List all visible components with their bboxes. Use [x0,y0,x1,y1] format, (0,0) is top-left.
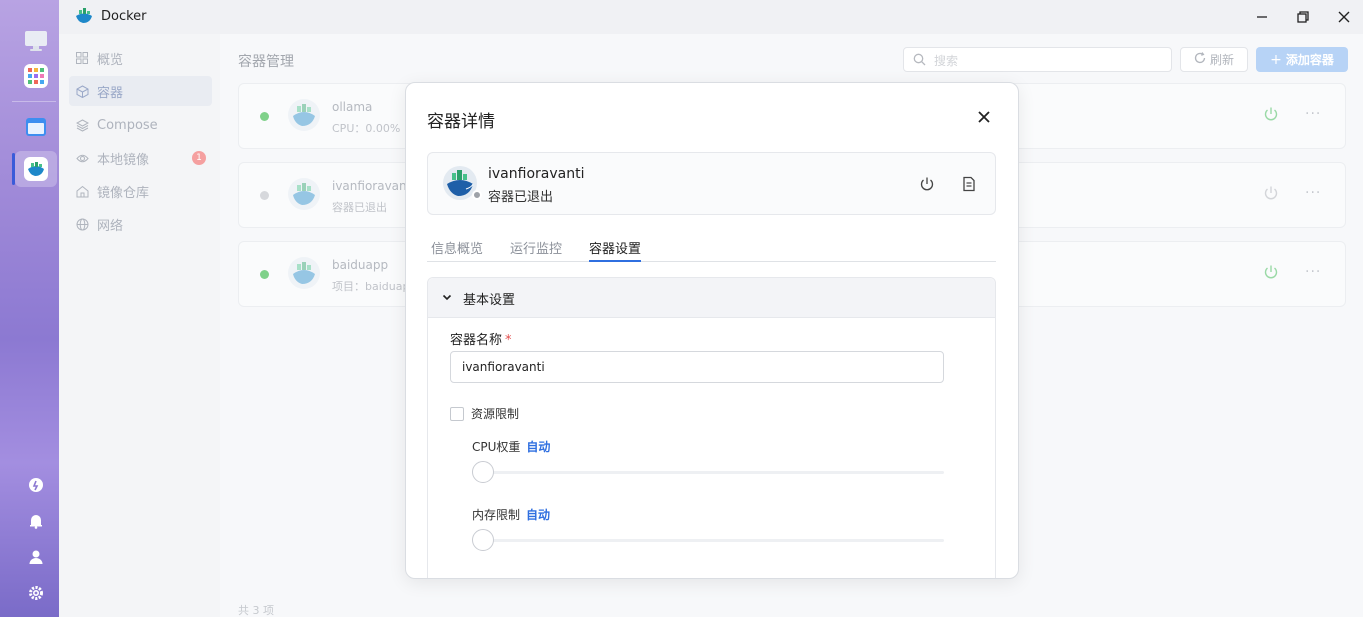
close-window-button[interactable] [1334,7,1354,27]
minimize-button[interactable] [1252,7,1272,27]
cpu-weight-slider[interactable] [472,461,944,483]
app-grid-icon[interactable] [24,64,48,88]
docker-logo-icon [75,7,93,25]
title-bar: Docker [59,0,1363,34]
container-name-label: 容器名称 * [450,333,512,348]
status-dot [472,190,482,200]
more-options-icon[interactable]: ··· [1305,185,1321,201]
memory-limit-value: 自动 [526,508,551,522]
docker-app-icon[interactable] [24,157,48,181]
memory-limit-label: 内存限制 自动 [472,508,551,522]
detail-tabs: 信息概览 运行监控 容器设置 [427,236,996,262]
required-mark: * [505,333,512,348]
sidebar-item-label: 镜像仓库 [97,185,150,201]
dock-separator [12,101,56,102]
close-icon[interactable] [974,107,994,127]
container-whale-icon [287,256,321,290]
container-status: 容器已退出 [488,190,554,205]
slider-handle[interactable] [472,461,494,483]
container-subtitle: 项目：baiduap [332,280,410,293]
page-title: 容器管理 [238,54,294,70]
sidebar: 概览 容器 Compose 本地镜像 1 镜像仓库 网络 [59,34,220,617]
settings-gear-icon[interactable] [24,581,48,605]
container-subtitle: CPU：0.00% [332,122,401,135]
search-placeholder: 搜索 [934,54,959,68]
container-info-card: ivanfioravanti 容器已退出 [427,152,996,215]
images-count-badge: 1 [192,151,206,165]
sidebar-item-label: Compose [97,117,158,133]
refresh-button[interactable]: 刷新 [1180,47,1248,72]
resource-limit-label: 资源限制 [471,407,520,421]
window-title: Docker [101,9,147,24]
container-name: baiduapp [332,258,389,272]
dialog-title: 容器详情 [427,112,495,132]
refresh-label: 刷新 [1209,53,1234,67]
slider-track [472,471,944,474]
eye-icon [75,151,89,165]
item-count: 共 3 项 [238,604,274,617]
power-icon[interactable] [1263,264,1279,280]
search-input[interactable]: 搜索 [903,47,1172,72]
file-manager-icon[interactable] [24,115,48,139]
status-dot [260,112,269,121]
globe-icon [75,217,89,231]
user-icon[interactable] [24,545,48,569]
resource-limit-checkbox[interactable] [450,406,464,421]
sidebar-item-containers[interactable]: 容器 [69,76,212,106]
container-name: ivanfioravanti [488,166,585,182]
section-title: 基本设置 [463,293,516,308]
add-container-label: 添加容器 [1285,53,1334,67]
sidebar-item-overview[interactable]: 概览 [69,43,212,73]
slider-track [472,539,944,542]
memory-limit-slider[interactable] [472,529,944,551]
status-dot [260,191,269,200]
tab-overview[interactable]: 信息概览 [431,238,483,262]
container-whale-icon [287,177,321,211]
monitor-icon[interactable] [24,29,48,53]
more-options-icon[interactable]: ··· [1305,264,1321,280]
slider-handle[interactable] [472,529,494,551]
maximize-button[interactable] [1293,7,1313,27]
notification-bell-icon[interactable] [24,509,48,533]
container-detail-dialog: 容器详情 ivanfioravanti 容器已退出 信息概览 运行监控 容器设置… [405,82,1019,579]
refresh-icon [1194,52,1206,67]
sidebar-item-label: 概览 [97,52,124,68]
dock-active-indicator [12,153,15,185]
resource-limit-row[interactable]: 资源限制 [450,405,519,422]
cpu-weight-value: 自动 [526,440,551,454]
sidebar-item-label: 容器 [97,85,124,101]
section-header[interactable]: 基本设置 [428,278,995,318]
sidebar-item-label: 网络 [97,218,124,234]
sidebar-item-local-images[interactable]: 本地镜像 1 [69,143,212,173]
container-whale-icon [287,98,321,132]
grid-icon [75,51,89,65]
container-name: ivanfioravanti [332,179,415,193]
sidebar-item-registry[interactable]: 镜像仓库 [69,176,212,206]
home-icon [75,184,89,198]
container-name: ollama [332,100,373,114]
add-container-button[interactable]: + 添加容器 [1256,47,1348,72]
plus-icon: + [1270,51,1282,68]
help-icon[interactable] [24,473,48,497]
tab-monitoring[interactable]: 运行监控 [510,238,562,262]
container-name-field[interactable] [450,351,944,383]
more-options-icon[interactable]: ··· [1305,106,1321,122]
power-icon[interactable] [919,176,935,192]
chevron-down-icon [441,291,453,303]
cube-icon [75,84,89,98]
container-subtitle: 容器已退出 [332,201,387,214]
tab-settings[interactable]: 容器设置 [589,238,642,262]
sidebar-item-compose[interactable]: Compose [69,110,212,140]
search-icon [913,53,926,70]
log-document-icon[interactable] [961,176,977,192]
power-icon[interactable] [1263,106,1279,122]
power-icon[interactable] [1263,185,1279,201]
status-dot [260,270,269,279]
cpu-weight-label: CPU权重 自动 [472,440,551,454]
layers-icon [75,118,89,132]
sidebar-item-label: 本地镜像 [97,152,150,168]
sidebar-item-network[interactable]: 网络 [69,209,212,239]
app-dock [0,0,59,617]
